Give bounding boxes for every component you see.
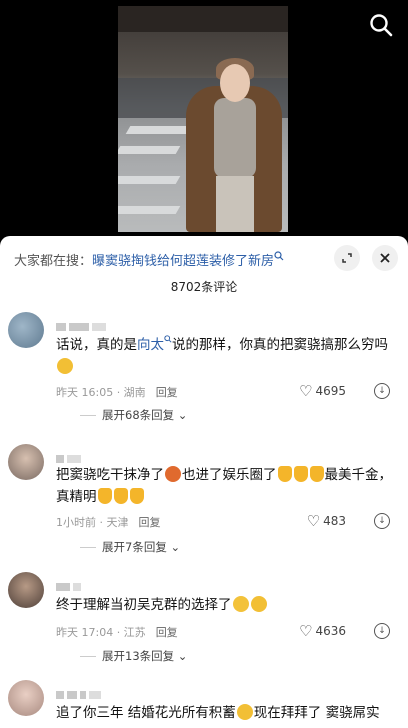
- avatar[interactable]: [8, 680, 44, 716]
- hot-search-prefix: 大家都在搜：: [14, 254, 93, 269]
- reply-button[interactable]: 回复: [156, 386, 178, 399]
- close-button[interactable]: [372, 245, 398, 271]
- laugh-emoji-icon: [236, 704, 253, 720]
- laugh-emoji-icon: [57, 358, 73, 374]
- avatar[interactable]: [8, 312, 44, 348]
- comment-meta: 昨天 16:05 · 湖南 回复: [56, 386, 178, 399]
- heart-icon: ♡: [299, 382, 313, 400]
- comments-panel: 大家都在搜：曝窦骁掏钱给何超莲装修了新房 8702条评论 话说，真的是向太 说的那…: [0, 236, 408, 728]
- mention-link[interactable]: 向太: [137, 337, 164, 353]
- expand-replies[interactable]: 展开7条回复 ⌄: [80, 539, 180, 555]
- like-count: 483: [323, 514, 346, 528]
- laugh-emoji-icon: [250, 596, 267, 612]
- avatar[interactable]: [8, 572, 44, 608]
- thumbs-up-icon: [293, 466, 308, 482]
- comment-text: 追了你三年 结婚花光所有积蓄 现在拜拜了 窦骁屌实: [56, 704, 380, 721]
- comment-text: 把窦骁吃干抹净了 也进了娱乐圈了 最美千金，真精明: [56, 466, 392, 505]
- thumbs-up-icon: [97, 488, 112, 504]
- search-small-icon: [164, 335, 172, 343]
- heart-icon: ♡: [306, 512, 321, 530]
- reply-button[interactable]: 回复: [139, 516, 161, 529]
- dislike-icon[interactable]: ↓: [374, 623, 390, 639]
- username[interactable]: [56, 684, 104, 699]
- like-button[interactable]: ♡ 483: [307, 512, 346, 530]
- comment-meta: 昨天 17:04 · 江苏 回复: [56, 626, 178, 639]
- close-icon: [380, 253, 390, 263]
- search-icon[interactable]: [368, 12, 394, 38]
- minimize-icon: [342, 253, 352, 263]
- thumbs-up-icon: [309, 466, 324, 482]
- expand-replies[interactable]: 展开68条回复 ⌄: [80, 407, 187, 423]
- minimize-button[interactable]: [334, 245, 360, 271]
- angry-emoji-icon: [165, 466, 181, 482]
- heart-icon: ♡: [299, 622, 313, 640]
- dislike-icon[interactable]: ↓: [374, 383, 390, 399]
- username[interactable]: [56, 576, 84, 591]
- search-small-icon: [274, 251, 284, 261]
- like-count: 4695: [315, 384, 346, 398]
- dislike-icon[interactable]: ↓: [374, 513, 390, 529]
- like-button[interactable]: ♡ 4636: [299, 622, 346, 640]
- username[interactable]: [56, 448, 84, 463]
- thinking-emoji-icon: [232, 596, 249, 612]
- reply-button[interactable]: 回复: [156, 626, 178, 639]
- comment-count: 8702条评论: [170, 280, 238, 294]
- avatar[interactable]: [8, 444, 44, 480]
- thumbs-up-icon: [277, 466, 292, 482]
- thumbs-up-icon: [113, 488, 128, 504]
- expand-replies[interactable]: 展开13条回复 ⌄: [80, 648, 187, 664]
- like-count: 4636: [315, 624, 346, 638]
- like-button[interactable]: ♡ 4695: [299, 382, 346, 400]
- video-frame: [118, 6, 288, 232]
- thumbs-up-icon: [129, 488, 144, 504]
- username[interactable]: [56, 316, 109, 331]
- comment-meta: 1小时前 · 天津 回复: [56, 516, 161, 529]
- hot-search-bar[interactable]: 大家都在搜：曝窦骁掏钱给何超莲装修了新房: [14, 250, 334, 269]
- video-player[interactable]: [0, 0, 408, 240]
- hot-search-query[interactable]: 曝窦骁掏钱给何超莲装修了新房: [92, 254, 274, 269]
- comment-text: 终于理解当初吴克群的选择了: [56, 594, 396, 616]
- comment-text: 话说，真的是向太 说的那样，你真的把窦骁搞那么穷吗: [56, 334, 396, 378]
